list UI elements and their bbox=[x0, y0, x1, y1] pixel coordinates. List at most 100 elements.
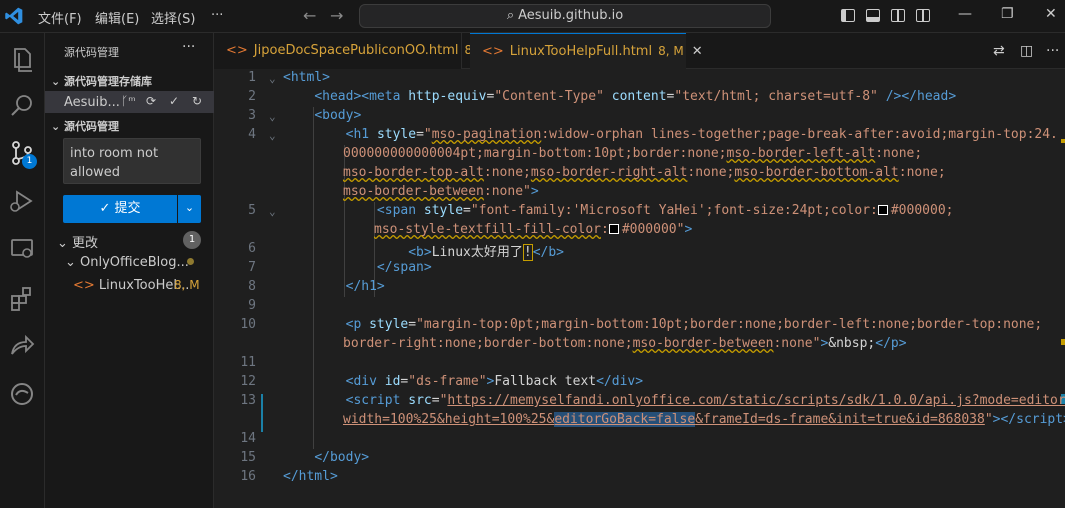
branch-icon[interactable]: ᚴᵐ bbox=[121, 94, 136, 108]
search-text: Aesuib.github.io bbox=[518, 8, 624, 23]
commit-message-input[interactable]: into room not allowed bbox=[63, 138, 201, 184]
extensions-icon[interactable] bbox=[6, 282, 38, 314]
code-line-8: </h1> bbox=[345, 279, 385, 294]
scrollbar-warning-mark bbox=[1061, 339, 1065, 345]
editor-more-icon[interactable]: ··· bbox=[1046, 43, 1059, 59]
code-editor[interactable]: 1 2 3 4 5 6 7 8 9 10 11 12 13 14 15 16 ⌄ ⌄ ⌄ ⌄ <html> <… bbox=[214, 69, 1065, 508]
repository-name: Aesuib... bbox=[64, 95, 120, 110]
line-number: 8 bbox=[248, 279, 256, 294]
color-swatch[interactable] bbox=[608, 224, 619, 234]
close-window-icon[interactable]: ✕ bbox=[1045, 6, 1057, 22]
command-center-search[interactable]: ⌕ Aesuib.github.io bbox=[359, 4, 771, 28]
nav-forward-icon[interactable]: → bbox=[330, 6, 343, 25]
toggle-primary-sidebar-icon[interactable] bbox=[841, 9, 855, 22]
editor-tab-bar: <> JipoeDocSpacePubliconOO.html 8 <> LinuxT… bbox=[214, 33, 1065, 69]
line-number: 13 bbox=[240, 393, 256, 408]
line-number: 15 bbox=[240, 450, 256, 465]
folder-row[interactable]: ⌄ OnlyOfficeBlog... bbox=[65, 255, 189, 270]
line-number: 9 bbox=[248, 298, 256, 313]
remote-explorer-icon[interactable] bbox=[6, 233, 38, 265]
tab-linuxtoohelpfull[interactable]: <> LinuxTooHelpFull.html 8, M ✕ bbox=[470, 33, 703, 69]
gutter-modified-marker bbox=[261, 394, 263, 432]
code-line-4-wrap-2: mso-border-top-alt:none;mso-border-right… bbox=[343, 165, 946, 180]
code-line-1: <html> bbox=[283, 70, 330, 85]
title-bar: 文件(F) 编辑(E) 选择(S) ··· ← → ⌕ Aesuib.github… bbox=[0, 0, 1065, 33]
line-number: 3 bbox=[248, 108, 256, 123]
sidebar-more-icon[interactable]: ··· bbox=[182, 39, 195, 55]
menu-edit[interactable]: 编辑(E) bbox=[95, 8, 139, 27]
repositories-section-header[interactable]: ⌄ 源代码管理存储库 bbox=[51, 73, 152, 89]
code-line-15: </body> bbox=[314, 450, 370, 465]
explorer-icon[interactable] bbox=[6, 43, 38, 75]
search-view-icon[interactable] bbox=[6, 90, 38, 122]
open-changes-icon[interactable]: ⇄ bbox=[993, 43, 1005, 59]
fold-chevron-icon[interactable]: ⌄ bbox=[269, 72, 276, 85]
code-line-6: <b>Linux太好用了!</b> bbox=[408, 244, 564, 261]
commit-button-label: 提交 bbox=[114, 201, 141, 216]
chevron-down-icon: ⌄ bbox=[51, 120, 65, 133]
changes-count-badge: 1 bbox=[183, 231, 201, 249]
commit-dropdown-button[interactable]: ⌄ bbox=[178, 195, 201, 223]
toggle-panel-icon[interactable] bbox=[866, 9, 880, 22]
code-line-5-wrap-1: mso-style-textfill-fill-color: #000000"> bbox=[374, 222, 693, 237]
sync-icon[interactable]: ⟳ bbox=[146, 94, 156, 108]
line-number: 12 bbox=[240, 374, 256, 389]
html-file-icon: <> bbox=[73, 278, 99, 293]
code-line-13: <script src="https://memyselfandi.onlyof… bbox=[345, 393, 1065, 408]
modified-dot-icon bbox=[187, 258, 194, 265]
tab-jipoe[interactable]: <> JipoeDocSpacePubliconOO.html 8 bbox=[214, 33, 472, 69]
color-swatch[interactable] bbox=[877, 205, 888, 215]
chevron-down-icon: ⌄ bbox=[184, 201, 195, 214]
html-file-icon: <> bbox=[482, 44, 504, 59]
menu-selection[interactable]: 选择(S) bbox=[151, 8, 195, 27]
restore-icon[interactable]: ❐ bbox=[1001, 6, 1014, 22]
line-number: 1 bbox=[248, 70, 256, 85]
commit-check-icon[interactable]: ✓ bbox=[169, 94, 179, 108]
edge-devtools-icon[interactable] bbox=[6, 378, 38, 410]
changed-file-status: 8, M bbox=[174, 278, 200, 292]
line-number: 4 bbox=[248, 127, 256, 142]
tab-label: LinuxTooHelpFull.html bbox=[509, 44, 653, 59]
line-number: 14 bbox=[240, 431, 256, 446]
sidebar-title: 源代码管理 bbox=[64, 46, 119, 59]
repository-row[interactable]: Aesuib... ᚴᵐ ⟳ ✓ ↻ bbox=[45, 91, 214, 113]
customize-layout-icon[interactable] bbox=[916, 9, 930, 22]
line-number: 7 bbox=[248, 260, 256, 275]
code-line-5: <span style="font-family:'Microsoft YaHe… bbox=[376, 203, 954, 218]
tab-label: JipoeDocSpacePubliconOO.html bbox=[253, 43, 459, 58]
changed-file-row[interactable]: <> LinuxTooHel... bbox=[73, 278, 189, 293]
source-control-badge: 1 bbox=[22, 154, 37, 169]
source-control-sidebar: 源代码管理 ··· ⌄ 源代码管理存储库 Aesuib... ᚴᵐ ⟳ ✓ ↻ … bbox=[45, 33, 214, 508]
code-line-16: </html> bbox=[283, 469, 338, 484]
tab-status: 8, M bbox=[658, 44, 684, 58]
fold-chevron-icon[interactable]: ⌄ bbox=[269, 110, 276, 123]
code-line-10-wrap-1: border-right:none;border-bottom:none;mso… bbox=[343, 336, 907, 351]
fold-chevron-icon[interactable]: ⌄ bbox=[269, 205, 276, 218]
split-editor-icon[interactable]: ◫ bbox=[1020, 43, 1033, 59]
menu-file[interactable]: 文件(F) bbox=[38, 8, 82, 27]
toggle-secondary-sidebar-icon[interactable] bbox=[891, 9, 905, 22]
folder-name: OnlyOfficeBlog... bbox=[80, 255, 189, 270]
commit-button[interactable]: ✓ 提交 bbox=[63, 195, 177, 223]
fold-chevron-icon[interactable]: ⌄ bbox=[269, 129, 276, 142]
minimize-icon[interactable]: — bbox=[958, 6, 972, 22]
chevron-down-icon: ⌄ bbox=[65, 255, 81, 270]
html-file-icon: <> bbox=[226, 43, 248, 58]
vscode-logo-icon bbox=[5, 7, 23, 25]
scm-section-header[interactable]: ⌄ 源代码管理 bbox=[51, 118, 119, 134]
scrollbar-warning-mark bbox=[1061, 139, 1065, 143]
changes-group[interactable]: ⌄ 更改 bbox=[57, 232, 98, 251]
code-line-4-wrap-1: 000000000000004pt;margin-bottom:10pt;bor… bbox=[343, 146, 923, 161]
repositories-section-label: 源代码管理存储库 bbox=[64, 75, 153, 88]
refresh-icon[interactable]: ↻ bbox=[192, 94, 202, 108]
activity-bar: 1 bbox=[0, 33, 45, 508]
code-line-12: <div id="ds-frame">Fallback text</div> bbox=[345, 374, 644, 389]
nav-back-icon[interactable]: ← bbox=[303, 6, 316, 25]
close-icon[interactable]: ✕ bbox=[692, 44, 703, 59]
run-debug-icon[interactable] bbox=[6, 185, 38, 217]
code-line-2: <head><meta http-equiv="Content-Type" co… bbox=[314, 89, 957, 104]
line-number: 2 bbox=[248, 89, 256, 104]
menu-more[interactable]: ··· bbox=[211, 8, 223, 23]
live-share-icon[interactable] bbox=[6, 330, 38, 362]
code-line-7: </span> bbox=[376, 260, 432, 275]
